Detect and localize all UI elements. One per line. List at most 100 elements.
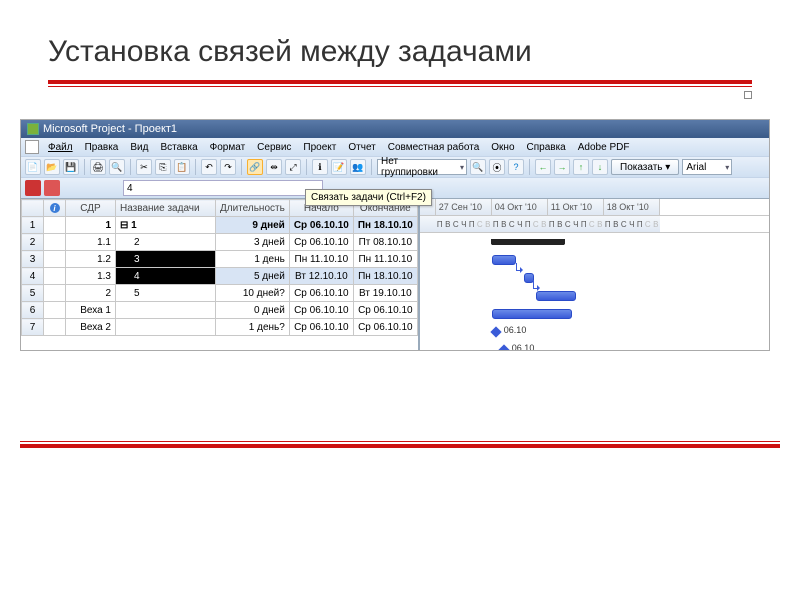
cell-info[interactable] xyxy=(44,234,66,251)
entry-bar[interactable]: 4 xyxy=(123,180,323,196)
cell-info[interactable] xyxy=(44,251,66,268)
print-icon[interactable]: 🖨 xyxy=(90,159,106,175)
col-info[interactable]: i xyxy=(44,200,66,217)
show-button[interactable]: Показать ▾ xyxy=(611,159,679,175)
copy-icon[interactable]: ⎘ xyxy=(155,159,171,175)
menu-report[interactable]: Отчет xyxy=(343,141,380,154)
notes-icon[interactable]: 📝 xyxy=(331,159,347,175)
table-row[interactable]: 31.231 деньПн 11.10.10Пн 11.10.10 xyxy=(22,251,418,268)
cell-name[interactable]: 5 xyxy=(116,285,216,302)
cell-duration[interactable]: 1 день xyxy=(216,251,290,268)
arrow-left-icon[interactable]: ← xyxy=(535,159,551,175)
task-grid[interactable]: i СДР Название задачи Длительность Начал… xyxy=(21,199,418,350)
cell-end[interactable]: Пн 18.10.10 xyxy=(353,217,417,234)
menu-adobe-pdf[interactable]: Adobe PDF xyxy=(573,141,635,154)
task-bar[interactable] xyxy=(492,309,572,319)
cell-name[interactable]: 2 xyxy=(116,234,216,251)
row-number[interactable]: 2 xyxy=(22,234,44,251)
unlink-tasks-icon[interactable]: ⇹ xyxy=(266,159,282,175)
cell-sdr[interactable]: 2 xyxy=(66,285,116,302)
cell-name[interactable] xyxy=(116,302,216,319)
menu-tools[interactable]: Сервис xyxy=(252,141,296,154)
row-number[interactable]: 5 xyxy=(22,285,44,302)
cell-duration[interactable]: 9 дней xyxy=(216,217,290,234)
cell-start[interactable]: Ср 06.10.10 xyxy=(289,319,353,336)
menu-view[interactable]: Вид xyxy=(125,141,153,154)
new-icon[interactable]: 📄 xyxy=(25,159,41,175)
summary-bar[interactable] xyxy=(492,239,564,245)
cell-duration[interactable]: 10 дней? xyxy=(216,285,290,302)
task-bar[interactable] xyxy=(536,291,576,301)
cell-sdr[interactable]: 1.3 xyxy=(66,268,116,285)
cell-end[interactable]: Ср 06.10.10 xyxy=(353,302,417,319)
paste-icon[interactable]: 📋 xyxy=(174,159,190,175)
cell-sdr[interactable]: Веха 1 xyxy=(66,302,116,319)
row-number[interactable]: 6 xyxy=(22,302,44,319)
menu-help[interactable]: Справка xyxy=(522,141,571,154)
cell-end[interactable]: Вт 19.10.10 xyxy=(353,285,417,302)
cell-name[interactable] xyxy=(116,319,216,336)
menu-file[interactable]: Файл xyxy=(43,141,78,154)
cell-duration[interactable]: 3 дней xyxy=(216,234,290,251)
preview-icon[interactable]: 🔍 xyxy=(109,159,125,175)
menu-edit[interactable]: Правка xyxy=(80,141,124,154)
link-tasks-icon[interactable]: 🔗 xyxy=(247,159,263,175)
row-number[interactable]: 4 xyxy=(22,268,44,285)
col-sdr[interactable]: СДР xyxy=(66,200,116,217)
menu-project[interactable]: Проект xyxy=(298,141,341,154)
goto-icon[interactable]: ⦿ xyxy=(489,159,505,175)
cell-start[interactable]: Ср 06.10.10 xyxy=(289,217,353,234)
split-task-icon[interactable]: ⤢ xyxy=(285,159,301,175)
cell-name[interactable]: 3 xyxy=(116,251,216,268)
table-row[interactable]: 7Веха 21 день?Ср 06.10.10Ср 06.10.10 xyxy=(22,319,418,336)
cell-duration[interactable]: 0 дней xyxy=(216,302,290,319)
pdf-mail-icon[interactable] xyxy=(44,180,60,196)
arrow-right-icon[interactable]: → xyxy=(554,159,570,175)
open-icon[interactable]: 📂 xyxy=(44,159,60,175)
menubar[interactable]: Файл Правка Вид Вставка Формат Сервис Пр… xyxy=(21,138,769,156)
cell-sdr[interactable]: 1.2 xyxy=(66,251,116,268)
group-combo[interactable]: Нет группировки xyxy=(377,159,467,175)
cell-sdr[interactable]: 1 xyxy=(66,217,116,234)
cell-sdr[interactable]: Веха 2 xyxy=(66,319,116,336)
arrow-down-icon[interactable]: ↓ xyxy=(592,159,608,175)
pdf-icon[interactable] xyxy=(25,180,41,196)
task-bar[interactable] xyxy=(492,255,516,265)
col-duration[interactable]: Длительность xyxy=(216,200,290,217)
milestone-icon[interactable] xyxy=(498,344,509,350)
cell-end[interactable]: Пн 11.10.10 xyxy=(353,251,417,268)
cell-info[interactable] xyxy=(44,217,66,234)
gantt-chart[interactable]: 27 Сен '1004 Окт '1011 Окт '1018 Окт '10… xyxy=(418,199,769,350)
undo-icon[interactable]: ↶ xyxy=(201,159,217,175)
cell-start[interactable]: Ср 06.10.10 xyxy=(289,302,353,319)
cell-info[interactable] xyxy=(44,319,66,336)
menu-format[interactable]: Формат xyxy=(205,141,251,154)
cell-sdr[interactable]: 1.1 xyxy=(66,234,116,251)
cell-info[interactable] xyxy=(44,285,66,302)
menu-collab[interactable]: Совместная работа xyxy=(383,141,485,154)
col-rownum[interactable] xyxy=(22,200,44,217)
col-name[interactable]: Название задачи xyxy=(116,200,216,217)
redo-icon[interactable]: ↷ xyxy=(220,159,236,175)
assign-icon[interactable]: 👥 xyxy=(350,159,366,175)
cell-end[interactable]: Ср 06.10.10 xyxy=(353,319,417,336)
cell-name[interactable]: ⊟ 1 xyxy=(116,217,216,234)
cell-name[interactable]: 4 xyxy=(116,268,216,285)
row-number[interactable]: 7 xyxy=(22,319,44,336)
cell-end[interactable]: Пт 08.10.10 xyxy=(353,234,417,251)
cell-end[interactable]: Пн 18.10.10 xyxy=(353,268,417,285)
arrow-up-icon[interactable]: ↑ xyxy=(573,159,589,175)
table-row[interactable]: 21.123 днейСр 06.10.10Пт 08.10.10 xyxy=(22,234,418,251)
save-icon[interactable]: 💾 xyxy=(63,159,79,175)
cell-start[interactable]: Вт 12.10.10 xyxy=(289,268,353,285)
table-row[interactable]: 6Веха 10 днейСр 06.10.10Ср 06.10.10 xyxy=(22,302,418,319)
cell-duration[interactable]: 1 день? xyxy=(216,319,290,336)
cut-icon[interactable]: ✂ xyxy=(136,159,152,175)
info-icon[interactable]: ℹ xyxy=(312,159,328,175)
document-icon[interactable] xyxy=(25,140,39,154)
row-number[interactable]: 3 xyxy=(22,251,44,268)
menu-insert[interactable]: Вставка xyxy=(155,141,202,154)
cell-info[interactable] xyxy=(44,302,66,319)
zoom-icon[interactable]: 🔍 xyxy=(470,159,486,175)
cell-info[interactable] xyxy=(44,268,66,285)
